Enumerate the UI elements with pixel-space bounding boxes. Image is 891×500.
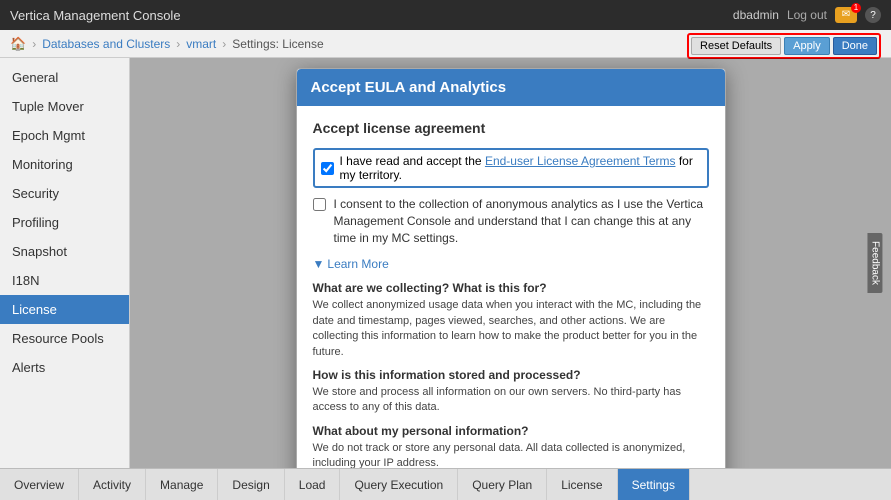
faq3-question: What about my personal information? [313, 424, 709, 438]
sidebar-item-epoch-mgmt[interactable]: Epoch Mgmt [0, 121, 129, 150]
breadcrumb-vmart[interactable]: vmart [186, 37, 216, 51]
tab-design[interactable]: Design [218, 469, 284, 500]
eula-checkbox-row: I have read and accept the End-user Lice… [313, 148, 709, 188]
breadcrumb-databases[interactable]: Databases and Clusters [42, 37, 170, 51]
faq3-answer: We do not track or store any personal da… [313, 441, 709, 468]
tab-manage[interactable]: Manage [146, 469, 218, 500]
logout-link[interactable]: Log out [787, 8, 827, 22]
modal-header: Accept EULA and Analytics [297, 69, 725, 106]
mail-badge: 1 [851, 3, 861, 13]
tab-load[interactable]: Load [285, 469, 341, 500]
action-buttons: Reset Defaults Apply Done [687, 33, 881, 59]
help-icon[interactable]: ? [865, 7, 881, 23]
bottom-tabs: Overview Activity Manage Design Load Que… [0, 468, 891, 500]
done-button[interactable]: Done [833, 37, 877, 55]
content-area: Accept EULA and Analytics Accept license… [130, 58, 891, 468]
breadcrumb-settings: Settings: License [232, 37, 323, 51]
analytics-checkbox-row: I consent to the collection of anonymous… [313, 196, 709, 246]
sidebar-item-alerts[interactable]: Alerts [0, 353, 129, 382]
sidebar-item-i18n[interactable]: I18N [0, 266, 129, 295]
faq1-question: What are we collecting? What is this for… [313, 281, 709, 295]
analytics-checkbox[interactable] [313, 198, 326, 211]
tab-settings[interactable]: Settings [618, 469, 690, 500]
sidebar: General Tuple Mover Epoch Mgmt Monitorin… [0, 58, 130, 468]
faq3: What about my personal information? We d… [313, 424, 709, 468]
chevron-down-icon: ▼ [313, 257, 325, 271]
modal-section-title: Accept license agreement [313, 120, 709, 136]
faq2-answer: We store and process all information on … [313, 385, 709, 416]
header-right: dbadmin Log out ✉ 1 ? [733, 7, 881, 23]
breadcrumb-sep1: › [32, 37, 36, 51]
tab-query-execution[interactable]: Query Execution [340, 469, 458, 500]
tab-activity[interactable]: Activity [79, 469, 146, 500]
sidebar-item-license[interactable]: License [0, 295, 129, 324]
learn-more-link[interactable]: ▼ Learn More [313, 257, 389, 271]
faq1-answer: We collect anonymized usage data when yo… [313, 298, 709, 360]
sidebar-item-profiling[interactable]: Profiling [0, 208, 129, 237]
faq1: What are we collecting? What is this for… [313, 281, 709, 360]
sidebar-item-tuple-mover[interactable]: Tuple Mover [0, 92, 129, 121]
modal-overlay: Accept EULA and Analytics Accept license… [130, 58, 891, 468]
app-header: Vertica Management Console dbadmin Log o… [0, 0, 891, 30]
breadcrumb-sep2: › [176, 37, 180, 51]
sidebar-item-general[interactable]: General [0, 63, 129, 92]
sidebar-item-resource-pools[interactable]: Resource Pools [0, 324, 129, 353]
sidebar-item-monitoring[interactable]: Monitoring [0, 150, 129, 179]
sidebar-item-security[interactable]: Security [0, 179, 129, 208]
breadcrumb-home[interactable]: 🏠 [10, 36, 26, 52]
sidebar-item-snapshot[interactable]: Snapshot [0, 237, 129, 266]
tab-license[interactable]: License [547, 469, 617, 500]
eula-link[interactable]: End-user License Agreement Terms [485, 154, 676, 168]
faq2: How is this information stored and proce… [313, 368, 709, 416]
apply-button[interactable]: Apply [784, 37, 830, 55]
breadcrumb-sep3: › [222, 37, 226, 51]
analytics-label: I consent to the collection of anonymous… [334, 196, 709, 246]
tab-overview[interactable]: Overview [0, 469, 79, 500]
feedback-tab[interactable]: Feedback [868, 233, 883, 293]
reset-defaults-button[interactable]: Reset Defaults [691, 37, 781, 55]
breadcrumb: 🏠 › Databases and Clusters › vmart › Set… [0, 30, 891, 58]
modal-body: Accept license agreement I have read and… [297, 106, 725, 468]
main-area: General Tuple Mover Epoch Mgmt Monitorin… [0, 58, 891, 468]
eula-modal: Accept EULA and Analytics Accept license… [296, 68, 726, 468]
faq2-question: How is this information stored and proce… [313, 368, 709, 382]
app-title: Vertica Management Console [10, 8, 181, 23]
tab-query-plan[interactable]: Query Plan [458, 469, 547, 500]
eula-label: I have read and accept the End-user Lice… [340, 154, 701, 182]
user-name: dbadmin [733, 8, 779, 22]
mail-icon[interactable]: ✉ 1 [835, 7, 857, 23]
eula-checkbox[interactable] [321, 162, 334, 175]
